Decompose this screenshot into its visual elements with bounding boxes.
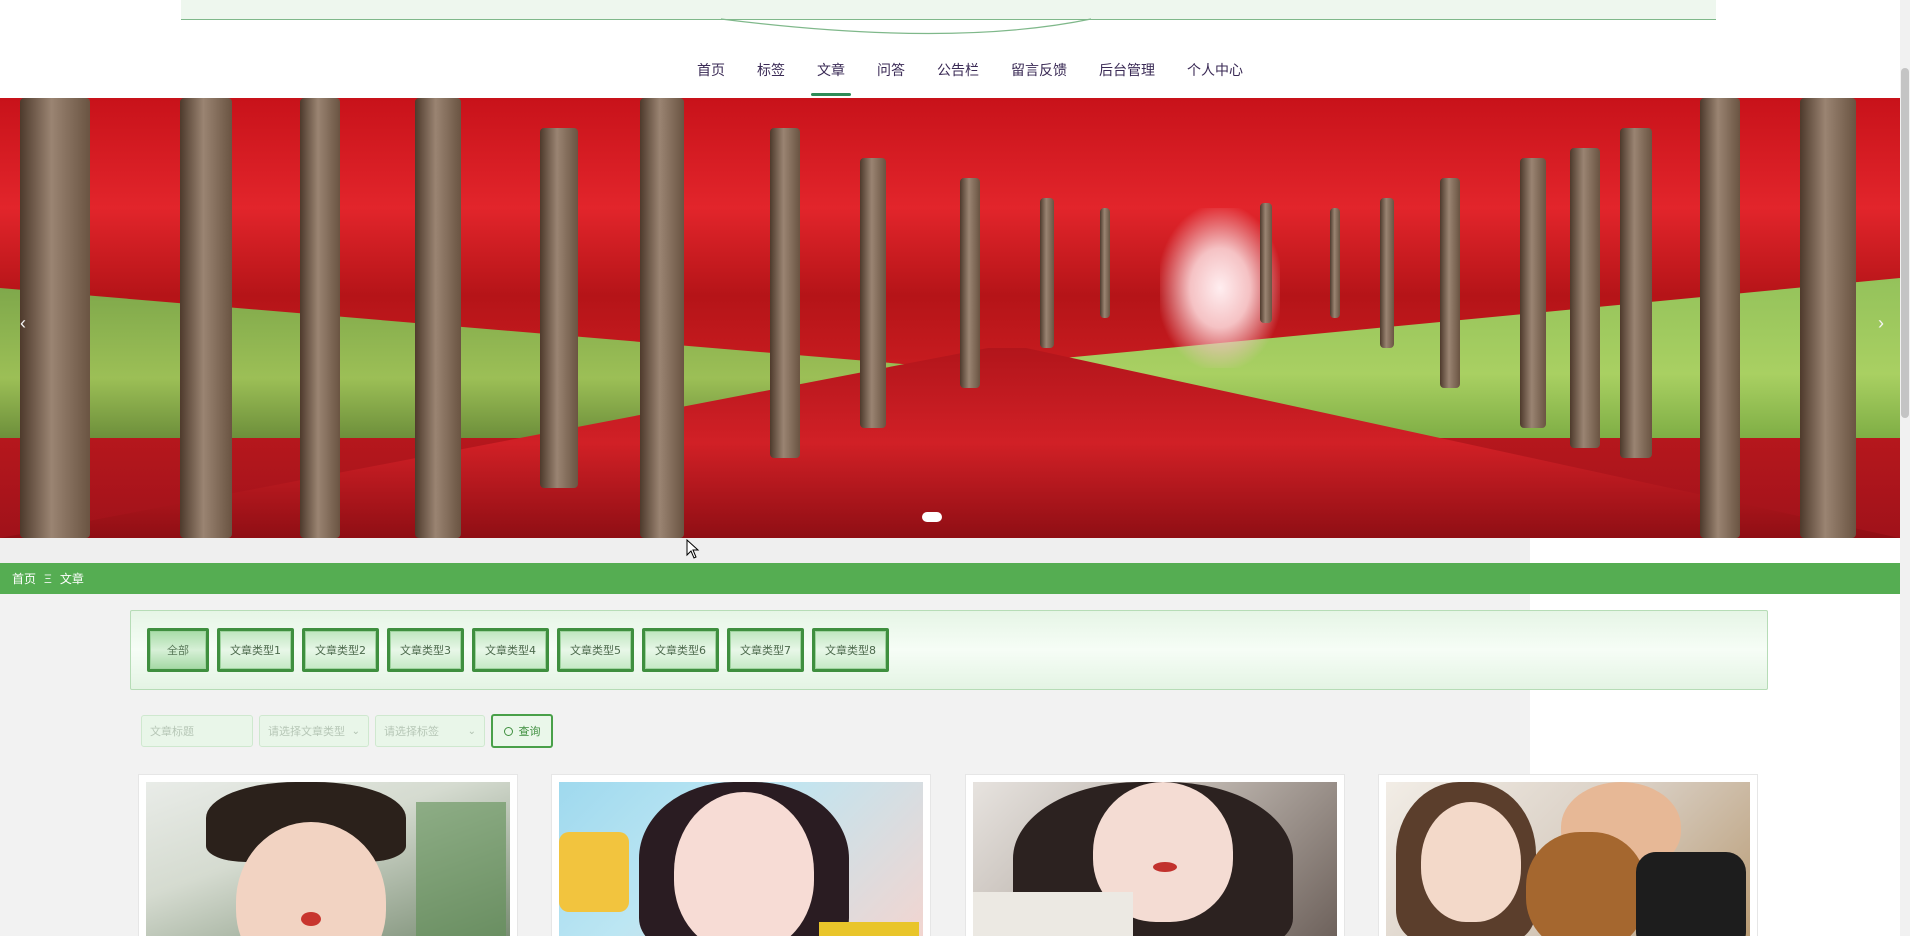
search-button[interactable]: 查询	[491, 714, 553, 748]
chevron-down-icon: ⌄	[351, 725, 360, 737]
nav-item-admin[interactable]: 后台管理	[1083, 50, 1171, 96]
banner-tree-trunk	[960, 178, 980, 388]
banner-tree-trunk	[1100, 208, 1110, 318]
article-card-image	[146, 782, 510, 936]
search-icon	[503, 726, 513, 736]
page-scrollbar[interactable]	[1900, 0, 1910, 936]
hero-banner-carousel[interactable]: ‹ ›	[0, 98, 1900, 538]
carousel-indicator-dot[interactable]	[922, 512, 942, 522]
category-button-type4[interactable]: 文章类型4	[472, 628, 549, 672]
nav-item-tags[interactable]: 标签	[741, 50, 801, 96]
article-type-select[interactable]: 请选择文章类型 ⌄	[259, 715, 369, 747]
breadcrumb-home[interactable]: 首页	[12, 570, 36, 587]
banner-tree-trunk	[1520, 158, 1546, 428]
carousel-next-arrow[interactable]: ›	[1866, 308, 1896, 338]
article-card[interactable]	[138, 774, 518, 936]
article-title-input[interactable]: 文章标题	[141, 715, 253, 747]
article-card[interactable]	[551, 774, 931, 936]
main-navigation: 首页 标签 文章 问答 公告栏 留言反馈 后台管理 个人中心	[0, 50, 1910, 98]
article-card-image	[973, 782, 1337, 936]
banner-tree-trunk	[1440, 178, 1460, 388]
chevron-right-icon: ›	[1878, 313, 1884, 333]
category-button-type7[interactable]: 文章类型7	[727, 628, 804, 672]
nav-item-qa[interactable]: 问答	[861, 50, 921, 96]
banner-tree-trunk	[860, 158, 886, 428]
nav-item-profile[interactable]: 个人中心	[1171, 50, 1259, 96]
nav-item-feedback[interactable]: 留言反馈	[995, 50, 1083, 96]
carousel-prev-arrow[interactable]: ‹	[8, 308, 38, 338]
breadcrumb-current: 文章	[59, 572, 84, 586]
banner-tree-trunk	[770, 128, 800, 458]
nav-item-articles[interactable]: 文章	[801, 50, 861, 96]
category-button-type3[interactable]: 文章类型3	[387, 628, 464, 672]
article-type-placeholder: 请选择文章类型	[268, 725, 345, 738]
tag-placeholder: 请选择标签	[384, 725, 439, 738]
chevron-left-icon: ‹	[20, 313, 26, 333]
banner-tree-trunk	[1260, 203, 1272, 323]
nav-item-home[interactable]: 首页	[681, 50, 741, 96]
category-filter-panel: 全部 文章类型1 文章类型2 文章类型3 文章类型4 文章类型5 文章类型6 文…	[130, 610, 1768, 690]
category-button-type8[interactable]: 文章类型8	[812, 628, 889, 672]
category-button-type2[interactable]: 文章类型2	[302, 628, 379, 672]
search-row: 文章标题 请选择文章类型 ⌄ 请选择标签 ⌄ 查询	[141, 714, 553, 748]
breadcrumb: 首页 Ξ 文章	[0, 563, 1900, 594]
banner-tree-trunk	[1570, 148, 1600, 448]
scrollbar-thumb[interactable]	[1901, 68, 1909, 418]
search-button-label: 查询	[518, 725, 541, 738]
banner-tree-trunk	[1040, 198, 1054, 348]
banner-tree-trunk	[1330, 208, 1340, 318]
nav-item-notice-board[interactable]: 公告栏	[921, 50, 995, 96]
banner-tree-trunk	[415, 98, 461, 538]
article-card[interactable]	[1378, 774, 1758, 936]
article-card[interactable]	[965, 774, 1345, 936]
top-wave-decoration	[720, 18, 1092, 35]
category-button-all[interactable]: 全部	[147, 628, 209, 672]
category-button-type1[interactable]: 文章类型1	[217, 628, 294, 672]
mouse-cursor-icon	[686, 539, 700, 559]
banner-tree-trunk	[180, 98, 232, 538]
nav-items: 首页 标签 文章 问答 公告栏 留言反馈 后台管理 个人中心	[681, 50, 1259, 96]
breadcrumb-separator: Ξ	[44, 571, 52, 586]
banner-tree-trunk	[1700, 98, 1740, 538]
banner-tree-trunk	[1380, 198, 1394, 348]
banner-tree-trunk	[540, 128, 578, 488]
article-card-image	[559, 782, 923, 936]
article-card-image	[1386, 782, 1750, 936]
category-button-type6[interactable]: 文章类型6	[642, 628, 719, 672]
top-decorative-strip	[181, 0, 1716, 35]
banner-tree-trunk	[1800, 98, 1856, 538]
tag-select[interactable]: 请选择标签 ⌄	[375, 715, 485, 747]
banner-tree-trunk	[300, 98, 340, 538]
chevron-down-icon: ⌄	[467, 725, 476, 737]
article-title-placeholder: 文章标题	[150, 725, 194, 738]
content-background-top	[0, 538, 1530, 563]
banner-tree-trunk	[640, 98, 684, 538]
category-button-type5[interactable]: 文章类型5	[557, 628, 634, 672]
banner-tree-trunk	[1620, 128, 1652, 458]
